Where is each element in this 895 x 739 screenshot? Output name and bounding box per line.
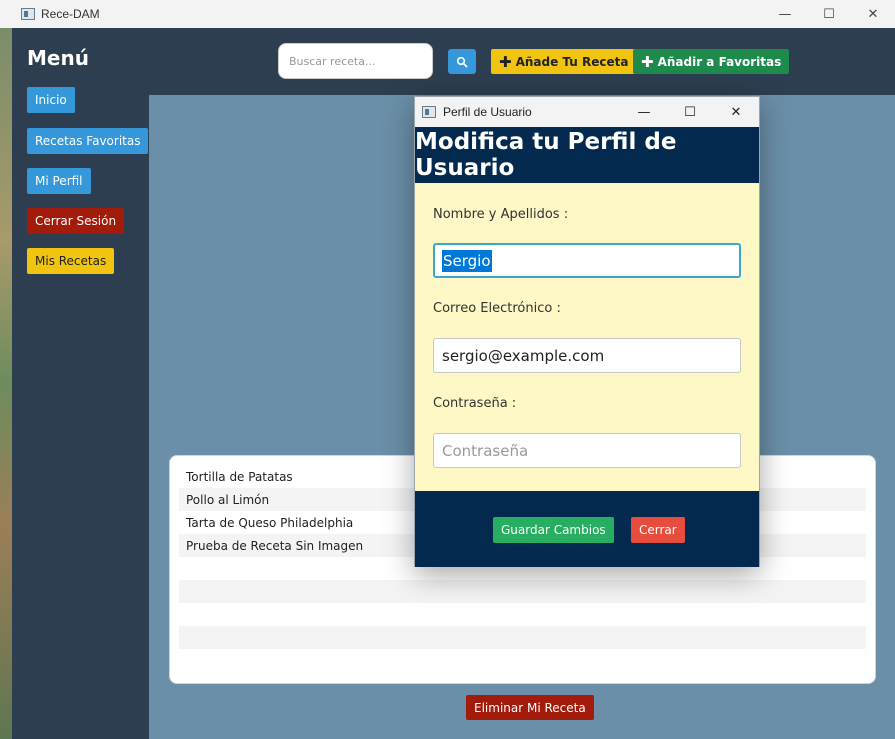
dialog-heading: Modifica tu Perfil de Usuario: [415, 129, 677, 181]
maximize-button[interactable]: ☐: [807, 0, 851, 28]
close-window-button[interactable]: ✕: [851, 0, 895, 28]
search-icon: [456, 56, 468, 67]
dialog-titlebar: Perfil de Usuario — ☐ ✕: [415, 97, 759, 127]
close-dialog-button[interactable]: Cerrar: [631, 517, 685, 543]
sidebar-item-mi-perfil[interactable]: Mi Perfil: [27, 168, 91, 194]
main-window-titlebar: Rece-DAM — ☐ ✕: [0, 0, 895, 28]
desktop-background: [0, 28, 12, 739]
save-changes-button[interactable]: Guardar Cambios: [493, 517, 614, 543]
add-favorite-button[interactable]: ✚ Añadir a Favoritas: [633, 49, 790, 74]
dialog-window-controls: — ☐ ✕: [621, 97, 759, 127]
dialog-minimize-button[interactable]: —: [621, 97, 667, 127]
dialog-header: Modifica tu Perfil de Usuario: [415, 127, 759, 183]
list-item-empty: [179, 626, 866, 649]
password-label: Contraseña :: [433, 396, 517, 411]
name-field[interactable]: Sergio: [433, 243, 741, 278]
plus-icon: ✚: [641, 52, 654, 71]
password-field[interactable]: Contraseña: [433, 433, 741, 468]
email-label: Correo Electrónico :: [433, 301, 561, 316]
menu-title: Menú: [27, 46, 89, 70]
window-title: Rece-DAM: [41, 7, 100, 21]
plus-icon: ✚: [499, 52, 512, 71]
dialog-window-icon: [422, 106, 436, 118]
list-item-empty: [179, 603, 866, 626]
dialog-footer: Guardar Cambios Cerrar: [415, 491, 759, 567]
profile-dialog: Perfil de Usuario — ☐ ✕ Modifica tu Perf…: [414, 96, 760, 567]
window-controls: — ☐ ✕: [763, 0, 895, 28]
list-item-empty: [179, 580, 866, 603]
dialog-title: Perfil de Usuario: [443, 105, 532, 119]
email-field[interactable]: sergio@example.com: [433, 338, 741, 373]
top-toolbar: Buscar receta... ✚ Añade Tu Receta ✚ Aña…: [149, 28, 895, 95]
name-label: Nombre y Apellidos :: [433, 207, 569, 222]
sidebar: Menú Inicio Recetas Favoritas Mi Perfil …: [12, 28, 149, 739]
dialog-maximize-button[interactable]: ☐: [667, 97, 713, 127]
list-item-empty: [179, 649, 866, 672]
sidebar-item-recetas-favoritas[interactable]: Recetas Favoritas: [27, 128, 149, 154]
app-window-icon: [21, 8, 35, 20]
add-recipe-label: Añade Tu Receta: [515, 54, 629, 69]
sidebar-item-inicio[interactable]: Inicio: [27, 87, 75, 113]
search-input[interactable]: Buscar receta...: [278, 43, 433, 79]
sidebar-item-mis-recetas[interactable]: Mis Recetas: [27, 248, 115, 274]
name-field-value: Sergio: [442, 249, 492, 272]
add-favorite-label: Añadir a Favoritas: [657, 54, 782, 69]
search-button[interactable]: [448, 49, 476, 74]
minimize-button[interactable]: —: [763, 0, 807, 28]
add-recipe-button[interactable]: ✚ Añade Tu Receta: [491, 49, 637, 74]
delete-recipe-button[interactable]: Eliminar Mi Receta: [466, 695, 594, 720]
dialog-close-window-button[interactable]: ✕: [713, 97, 759, 127]
sidebar-item-cerrar-sesion[interactable]: Cerrar Sesión: [27, 208, 125, 234]
dialog-form: Nombre y Apellidos : Sergio Correo Elect…: [415, 183, 759, 491]
